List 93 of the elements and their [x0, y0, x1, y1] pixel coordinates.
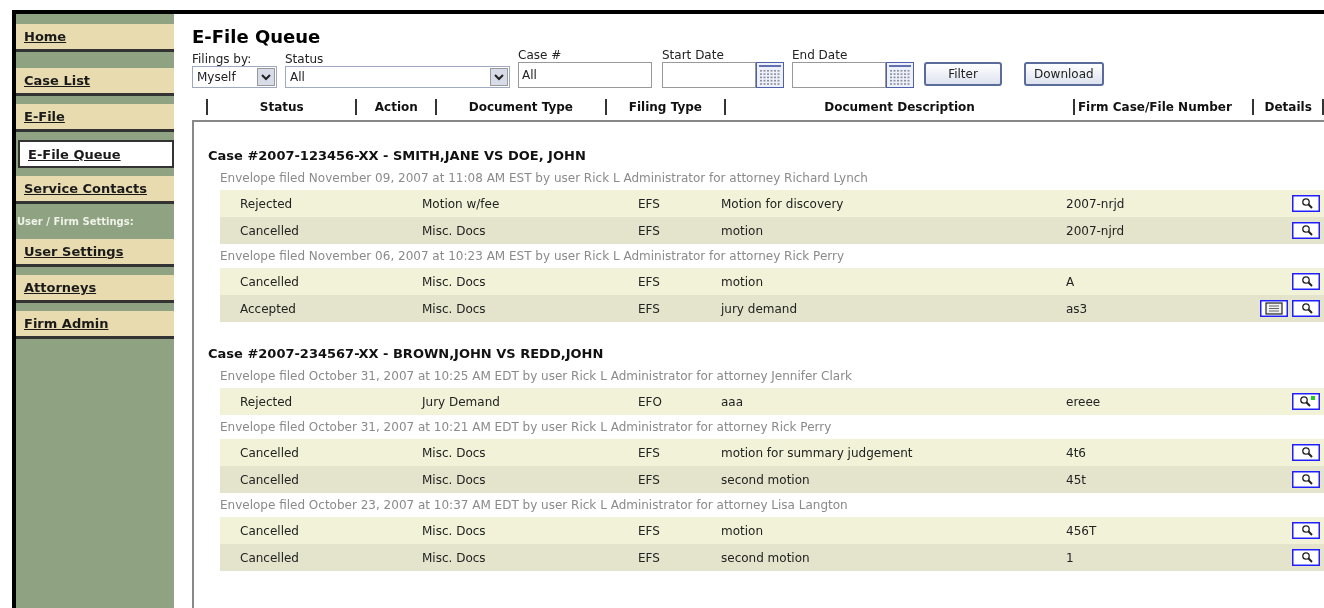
file-number-text: 2007-njrd: [1066, 222, 1126, 240]
envelope-info: Envelope filed October 31, 2007 at 10:25 AM EDT by user Rick L Administrator for attorney Jennifer Clark: [219, 368, 854, 385]
status-text: Cancelled: [239, 222, 300, 240]
file-number-text: 2007-nrjd: [1066, 195, 1126, 213]
column-header: Status: [258, 99, 305, 116]
magnifier-icon[interactable]: [1292, 471, 1320, 488]
magnifier-icon[interactable]: [1292, 444, 1320, 461]
magnifier-icon[interactable]: [1292, 222, 1320, 239]
field-label: Filings by:: [192, 52, 253, 66]
sidebar-heading: User / Firm Settings:: [16, 215, 135, 229]
column-header: Document Description: [823, 99, 976, 116]
sidebar-item[interactable]: E-File: [16, 104, 174, 132]
case-heading: Case #2007-123456-XX - SMITH,JANE VS DOE, JOHN: [208, 147, 587, 165]
download-button[interactable]: Download: [1024, 62, 1104, 86]
file-number-text: 456T: [1066, 522, 1098, 540]
status-text: Rejected: [239, 195, 294, 213]
description-text: jury demand: [721, 300, 799, 318]
status-dropdown[interactable]: All: [285, 66, 510, 88]
column-header: Action: [373, 99, 419, 116]
document-type-text: Misc. Docs: [422, 471, 487, 489]
magnifier-icon[interactable]: [1292, 300, 1320, 317]
column-header: Details: [1263, 99, 1313, 116]
filing-type-text: EFO: [638, 393, 663, 411]
filing-type-text: EFS: [638, 471, 661, 489]
document-type-text: Misc. Docs: [422, 222, 487, 240]
filing-type-text: EFS: [638, 195, 661, 213]
sidebar-item[interactable]: Attorneys: [16, 275, 174, 303]
envelope-info: Envelope filed November 06, 2007 at 10:23 AM EST by user Rick L Administrator for attorney Rick Perry: [219, 248, 846, 265]
calendar-icon[interactable]: [886, 62, 914, 88]
status-text: Cancelled: [239, 273, 300, 291]
column-header: Firm Case/File Number: [1076, 99, 1233, 116]
envelope-info: Envelope filed October 31, 2007 at 10:21 AM EDT by user Rick L Administrator for attorney Rick Perry: [219, 419, 833, 436]
calendar-icon[interactable]: [756, 62, 784, 88]
file-number-text: A: [1066, 273, 1076, 291]
document-type-text: Misc. Docs: [422, 522, 487, 540]
file-number-text: as3: [1066, 300, 1089, 318]
sidebar-item[interactable]: E-File Queue: [18, 140, 174, 168]
status-text: Cancelled: [239, 522, 300, 540]
description-text: aaa: [721, 393, 745, 411]
description-text: second motion: [721, 471, 811, 489]
field-label: Start Date: [662, 48, 725, 62]
description-text: motion: [721, 273, 765, 291]
document-type-text: Motion w/fee: [422, 195, 501, 213]
end-date-field[interactable]: [792, 62, 886, 88]
magnifier-icon[interactable]: [1292, 549, 1320, 566]
magnifier-icon[interactable]: [1292, 393, 1320, 410]
magnifier-icon[interactable]: [1292, 195, 1320, 212]
envelope-info: Envelope filed November 09, 2007 at 11:08 AM EST by user Rick L Administrator for attorney Richard Lynch: [219, 170, 869, 187]
document-type-text: Jury Demand: [422, 393, 501, 411]
magnifier-icon[interactable]: [1292, 273, 1320, 290]
start-date-field[interactable]: [662, 62, 756, 88]
description-text: motion: [721, 522, 765, 540]
column-header: Document Type: [467, 99, 574, 116]
sidebar-item[interactable]: User Settings: [16, 239, 174, 267]
magnifier-icon[interactable]: [1292, 522, 1320, 539]
filing-type-text: EFS: [638, 549, 661, 567]
file-number-text: 45t: [1066, 471, 1087, 489]
file-number-text: ereee: [1066, 393, 1102, 411]
case-heading: Case #2007-234567-XX - BROWN,JOHN VS REDD,JOHN: [208, 345, 605, 363]
status-text: Cancelled: [239, 549, 300, 567]
description-text: second motion: [721, 549, 811, 567]
filing-type-text: EFS: [638, 273, 661, 291]
file-number-text: 1: [1066, 549, 1075, 567]
document-type-text: Misc. Docs: [422, 300, 487, 318]
case-number-field[interactable]: All: [518, 62, 652, 88]
document-type-text: Misc. Docs: [422, 549, 487, 567]
envelope-info: Envelope filed October 23, 2007 at 10:37 AM EDT by user Rick L Administrator for attorney Lisa Langton: [219, 497, 849, 514]
description-text: motion for summary judgement: [721, 444, 914, 462]
sidebar-item[interactable]: Home: [16, 24, 174, 52]
filing-type-text: EFS: [638, 444, 661, 462]
status-text: Cancelled: [239, 471, 300, 489]
page-title: E-File Queue: [192, 26, 322, 48]
filing-type-text: EFS: [638, 300, 661, 318]
status-text: Cancelled: [239, 444, 300, 462]
filing-type-text: EFS: [638, 522, 661, 540]
document-icon[interactable]: [1260, 300, 1288, 317]
field-label: Case #: [518, 48, 563, 62]
description-text: Motion for discovery: [721, 195, 845, 213]
status-text: Accepted: [239, 300, 297, 318]
sidebar-item[interactable]: Case List: [16, 68, 174, 96]
filing-type-text: EFS: [638, 222, 661, 240]
filings-by-dropdown[interactable]: Myself: [192, 66, 277, 88]
file-number-text: 4t6: [1066, 444, 1087, 462]
filter-button[interactable]: Filter: [924, 62, 1002, 86]
column-header: Filing Type: [627, 99, 703, 116]
field-label: End Date: [792, 48, 849, 62]
document-type-text: Misc. Docs: [422, 444, 487, 462]
sidebar-item[interactable]: Service Contacts: [16, 176, 174, 204]
sidebar-item[interactable]: Firm Admin: [16, 311, 174, 339]
status-text: Rejected: [239, 393, 294, 411]
field-label: Status: [285, 52, 325, 66]
document-type-text: Misc. Docs: [422, 273, 487, 291]
description-text: motion: [721, 222, 765, 240]
